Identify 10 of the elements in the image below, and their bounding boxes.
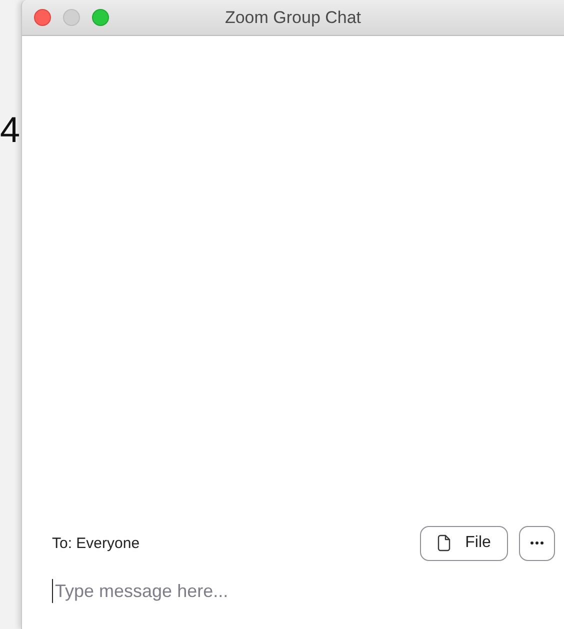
recipient-label: To: Everyone [52,534,140,552]
window-title: Zoom Group Chat [224,8,362,28]
more-button[interactable] [519,526,555,560]
file-button[interactable]: File [420,526,508,560]
close-button[interactable] [34,9,51,26]
message-field[interactable]: Type message here... [52,579,555,603]
background-text: 4 [0,112,20,148]
document-icon [437,534,452,552]
more-icon [530,541,544,545]
zoom-button[interactable] [92,9,109,26]
